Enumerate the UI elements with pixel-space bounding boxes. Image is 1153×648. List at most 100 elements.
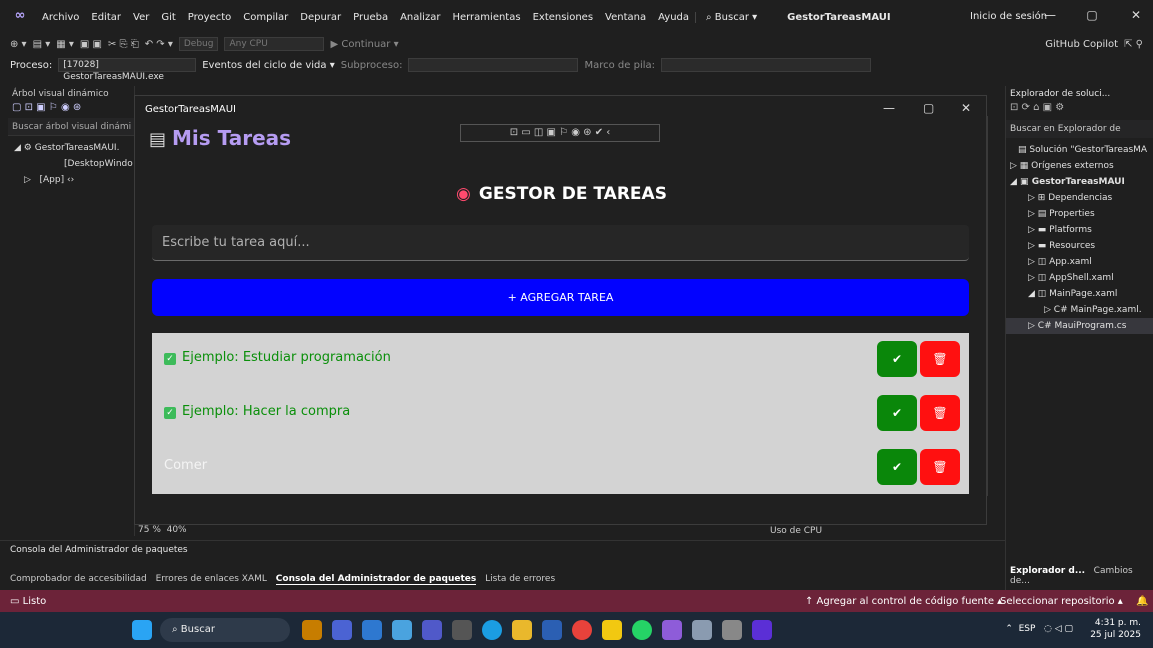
teams-icon[interactable] xyxy=(422,620,442,640)
process-label: Proceso: xyxy=(10,59,53,71)
cut-icon[interactable]: ✂ ⎘ ⎗ xyxy=(108,39,139,50)
app-maximize-icon[interactable]: ▢ xyxy=(923,101,934,115)
task-input[interactable] xyxy=(152,225,969,261)
system-tray[interactable]: ⌃ ESP ◌ ◁ ▢ xyxy=(1005,624,1073,634)
menu-compilar[interactable]: Compilar xyxy=(237,12,294,23)
share-icon[interactable]: ⇱ ⚲ xyxy=(1124,39,1143,50)
add-to-source-control-button[interactable]: ↑ Agregar al control de código fuente ▴ xyxy=(805,596,1002,607)
menu-ver[interactable]: Ver xyxy=(127,12,155,23)
visual-studio-logo-icon[interactable]: ∞ xyxy=(8,8,32,26)
app-icon[interactable] xyxy=(302,620,322,640)
open-file-icon[interactable]: ▦ ▾ xyxy=(56,39,74,50)
notification-bell-icon[interactable]: 🔔 xyxy=(1136,596,1148,607)
standard-toolbar: ⊕ ▾ ▤ ▾ ▦ ▾ ▣ ▣ ✂ ⎘ ⎗ ↶ ↷ ▾ Debug Any CP… xyxy=(0,34,1153,54)
file-explorer-icon[interactable] xyxy=(512,620,532,640)
tree-item[interactable]: ▷ ▬ Resources xyxy=(1006,238,1153,254)
select-repository-button[interactable]: Seleccionar repositorio ▴ xyxy=(1000,596,1123,607)
process-select[interactable]: [17028] GestorTareasMAUI.exe xyxy=(58,58,197,82)
tree-item[interactable]: ▤ Solución "GestorTareasMA xyxy=(1006,142,1153,158)
tree-item[interactable]: [DesktopWindo xyxy=(8,156,134,172)
search-button[interactable]: ⌕ Buscar ▾ xyxy=(695,11,763,23)
chrome-icon[interactable] xyxy=(572,620,592,640)
tree-item[interactable]: ◢ ▣ GestorTareasMAUI xyxy=(1006,174,1153,190)
app-icon[interactable] xyxy=(722,620,742,640)
tree-item[interactable]: ◢ ⚙ GestorTareasMAUI. xyxy=(8,140,134,156)
close-icon[interactable]: ✕ xyxy=(1126,8,1146,22)
stack-frame-select[interactable] xyxy=(661,58,872,72)
maximize-icon[interactable]: ▢ xyxy=(1082,8,1102,22)
app-close-icon[interactable]: ✕ xyxy=(961,101,971,115)
configuration-select[interactable]: Debug xyxy=(178,37,219,51)
tab-package-console[interactable]: Consola del Administrador de paquetes xyxy=(275,574,477,585)
outlook-icon[interactable] xyxy=(362,620,382,640)
tree-item[interactable]: ▷ ◫ App.xaml xyxy=(1006,254,1153,270)
lifecycle-events[interactable]: Eventos del ciclo de vida ▾ xyxy=(202,60,335,71)
windows-start-icon[interactable] xyxy=(132,620,152,640)
menu-ventana[interactable]: Ventana xyxy=(599,12,652,23)
page-header: ▤ Mis Tareas xyxy=(149,126,292,150)
tree-item[interactable]: ▷ [App] ‹› xyxy=(8,172,134,188)
whatsapp-icon[interactable] xyxy=(632,620,652,640)
complete-task-button[interactable]: ✔ xyxy=(877,341,917,377)
tree-item[interactable]: ▷ ▦ Orígenes externos xyxy=(1006,158,1153,174)
edge-icon[interactable] xyxy=(482,620,502,640)
solution-search-input[interactable]: Buscar en Explorador de xyxy=(1006,120,1153,138)
powerbi-icon[interactable] xyxy=(602,620,622,640)
copilot-button[interactable]: GitHub Copilot xyxy=(1045,39,1118,50)
subprocess-select[interactable] xyxy=(408,58,579,72)
delete-task-button[interactable]: 🗑 xyxy=(920,341,960,377)
menu-ayuda[interactable]: Ayuda xyxy=(652,12,695,23)
visual-tree-toolbar[interactable]: ▢ ⊡ ▣ ⚐ ◉ ⊛ xyxy=(8,102,134,118)
minimize-icon[interactable]: — xyxy=(1040,8,1060,22)
taskbar-search[interactable]: ⌕ Buscar xyxy=(160,618,290,642)
task-text: ✓ Ejemplo: Estudiar programación xyxy=(164,350,391,365)
visual-tree-search-input[interactable]: Buscar árbol visual dinámi xyxy=(8,118,134,136)
app-scrollbar[interactable] xyxy=(986,116,988,496)
signin-button[interactable]: Inicio de sesión xyxy=(970,11,1047,22)
menu-prueba[interactable]: Prueba xyxy=(347,12,394,23)
menu-archivo[interactable]: Archivo xyxy=(36,12,85,23)
tree-item[interactable]: ▷ ▬ Platforms xyxy=(1006,222,1153,238)
app-icon[interactable] xyxy=(452,620,472,640)
delete-task-button[interactable]: 🗑 xyxy=(920,395,960,431)
app-icon[interactable] xyxy=(332,620,352,640)
undo-icon[interactable]: ↶ ↷ ▾ xyxy=(145,39,173,50)
tab-accessibility[interactable]: Comprobador de accesibilidad xyxy=(10,574,147,584)
tree-item[interactable]: ◢ ◫ MainPage.xaml xyxy=(1006,286,1153,302)
menu-herramientas[interactable]: Herramientas xyxy=(446,12,526,23)
stack-frame-label: Marco de pila: xyxy=(584,59,656,71)
word-icon[interactable] xyxy=(542,620,562,640)
tab-xaml-binding-errors[interactable]: Errores de enlaces XAML xyxy=(156,574,267,584)
settings-icon[interactable] xyxy=(692,620,712,640)
clock[interactable]: 4:31 p. m. 25 jul 2025 xyxy=(1090,617,1141,641)
tree-item[interactable]: ▷ ◫ AppShell.xaml xyxy=(1006,270,1153,286)
menu-editar[interactable]: Editar xyxy=(85,12,127,23)
add-task-button[interactable]: + AGREGAR TAREA xyxy=(152,279,969,316)
tree-item[interactable]: ▷ C# MauiProgram.cs xyxy=(1006,318,1153,334)
visual-studio-icon[interactable] xyxy=(662,620,682,640)
continue-button[interactable]: ▶ Continuar ▾ xyxy=(330,39,398,50)
tab-solution-explorer[interactable]: Explorador d... xyxy=(1010,566,1085,576)
complete-task-button[interactable]: ✔ xyxy=(877,449,917,485)
new-file-icon[interactable]: ▤ ▾ xyxy=(33,39,51,50)
solution-explorer-toolbar[interactable]: ⊡ ⟳ ⌂ ▣ ⚙ xyxy=(1006,102,1153,120)
menu-analizar[interactable]: Analizar xyxy=(394,12,446,23)
tree-item[interactable]: ▷ ⊞ Dependencias xyxy=(1006,190,1153,206)
menu-git[interactable]: Git xyxy=(155,12,181,23)
xaml-debug-toolbar[interactable]: ⊡ ▭ ◫ ▣ ⚐ ◉ ⊛ ✔ ‹ xyxy=(460,124,660,142)
menu-depurar[interactable]: Depurar xyxy=(294,12,347,23)
check-icon: ✔ xyxy=(891,352,903,366)
complete-task-button[interactable]: ✔ xyxy=(877,395,917,431)
app-minimize-icon[interactable]: — xyxy=(883,101,895,115)
tree-item[interactable]: ▷ ▤ Properties xyxy=(1006,206,1153,222)
save-icon[interactable]: ▣ ▣ xyxy=(80,39,102,50)
menu-proyecto[interactable]: Proyecto xyxy=(182,12,237,23)
tab-error-list[interactable]: Lista de errores xyxy=(485,574,555,584)
platform-select[interactable]: Any CPU xyxy=(224,37,325,51)
tree-item[interactable]: ▷ C# MainPage.xaml. xyxy=(1006,302,1153,318)
app-icon[interactable] xyxy=(392,620,412,640)
back-icon[interactable]: ⊕ ▾ xyxy=(10,39,27,50)
delete-task-button[interactable]: 🗑 xyxy=(920,449,960,485)
dotnet-icon[interactable] xyxy=(752,620,772,640)
menu-extensiones[interactable]: Extensiones xyxy=(527,12,599,23)
